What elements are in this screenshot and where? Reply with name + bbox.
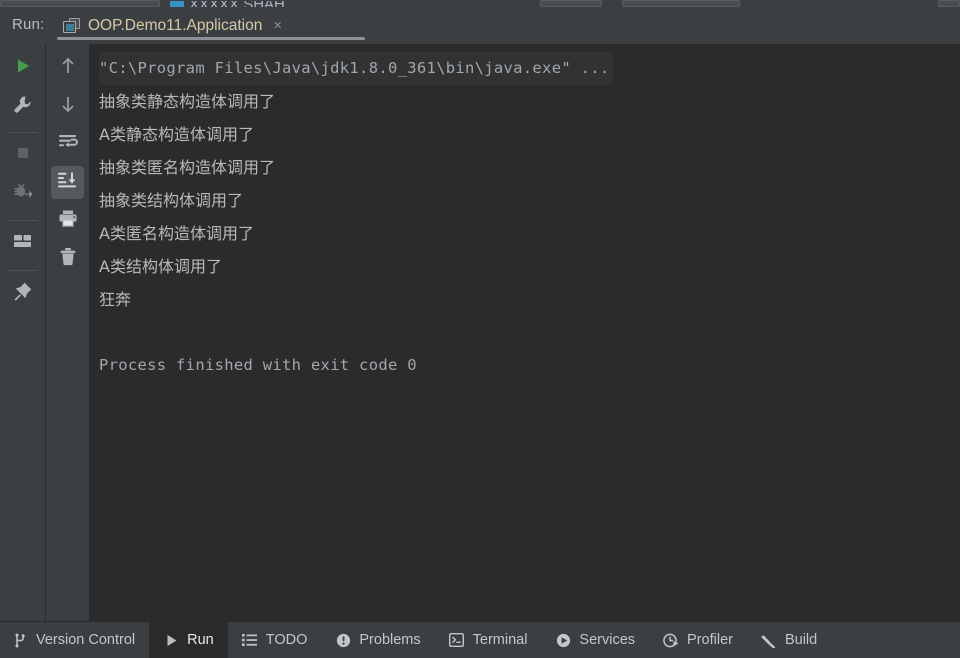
run-configuration-icon [63,18,80,33]
statusbar-item-run[interactable]: Run [149,622,228,658]
stop-button[interactable] [6,139,39,172]
statusbar-item-label: TODO [265,632,308,648]
top-strip-tab[interactable]: XXXXX.SHAH [170,0,285,7]
rerun-button[interactable] [6,52,39,85]
console-lines: "C:\Program Files\Java\jdk1.8.0_361\bin\… [99,52,960,622]
run-tab-title: OOP.Demo11.Application [88,16,263,34]
scroll-to-end-button[interactable] [51,166,84,199]
printer-icon [58,209,78,233]
layout-button[interactable] [6,227,39,260]
stop-icon [14,144,32,167]
services-icon [555,632,571,648]
toolbar-separator [7,220,38,221]
play-icon [163,632,179,648]
scroll-to-end-icon [57,171,78,194]
pin-icon [13,281,33,306]
close-icon[interactable]: × [270,18,282,33]
console-line: Process finished with exit code 0 [99,356,417,374]
console-line: 抽象类结构体调用了 [99,191,244,210]
top-strip-box [0,0,160,7]
bug-icon [13,181,33,206]
arrow-down-icon [59,94,77,119]
run-tab-active-underline [57,37,365,40]
statusbar-item-profiler[interactable]: Profiler [649,622,747,658]
editor-tab-strip-partial: XXXXX.SHAH [0,0,960,7]
list-icon [242,632,258,648]
console-secondary-toolbar [45,44,90,622]
pin-button[interactable] [6,277,39,310]
toolbar-separator [7,132,38,133]
trash-icon [59,247,77,271]
statusbar-item-build[interactable]: Build [747,622,831,658]
console-line: A类匿名构造体调用了 [99,224,254,243]
console-line: 抽象类匿名构造体调用了 [99,158,276,177]
toolbar-separator [7,270,38,271]
print-button[interactable] [51,204,84,237]
soft-wrap-icon [58,133,78,156]
top-strip-box [622,0,740,7]
run-primary-toolbar [0,44,45,622]
statusbar-item-label: Run [187,632,214,648]
wrench-icon [13,95,32,119]
statusbar-item-label: Build [784,632,818,648]
statusbar-item-version-control[interactable]: Version Control [0,622,149,658]
branch-icon [12,632,28,648]
soft-wrap-button[interactable] [51,128,84,161]
console-line: "C:\Program Files\Java\jdk1.8.0_361\bin\… [99,52,614,85]
up-button[interactable] [51,52,84,85]
top-strip-box [938,0,960,7]
hammer-icon [761,632,777,648]
down-button[interactable] [51,90,84,123]
tool-window-statusbar: Version Control Run TODO Problems Terminal Se… [0,621,960,658]
settings-button[interactable] [6,90,39,123]
statusbar-item-terminal[interactable]: Terminal [435,622,542,658]
statusbar-item-problems[interactable]: Problems [321,622,434,658]
console-output[interactable]: "C:\Program Files\Java\jdk1.8.0_361\bin\… [89,44,960,622]
statusbar-item-label: Problems [359,632,421,648]
console-line: 抽象类静态构造体调用了 [99,92,276,111]
ide-run-tool-window: XXXXX.SHAH Run: OOP.Demo11.Application × [0,0,960,658]
statusbar-item-label: Services [579,632,636,648]
profiler-icon [663,632,679,648]
play-icon [14,57,32,80]
layout-icon [13,233,32,254]
statusbar-item-services[interactable]: Services [541,622,649,658]
statusbar-item-label: Version Control [36,632,136,648]
console-line: A类结构体调用了 [99,257,222,276]
arrow-up-icon [59,56,77,81]
terminal-icon [449,632,465,648]
clear-button[interactable] [51,242,84,275]
run-label: Run: [12,16,45,33]
console-line: 狂奔 [99,290,132,309]
statusbar-item-todo[interactable]: TODO [228,622,322,658]
statusbar-item-label: Profiler [687,632,733,648]
console-line: A类静态构造体调用了 [99,125,254,144]
statusbar-item-label: Terminal [472,632,528,648]
exclamation-circle-icon [335,632,351,648]
debug-button[interactable] [6,177,39,210]
top-strip-box [540,0,602,7]
